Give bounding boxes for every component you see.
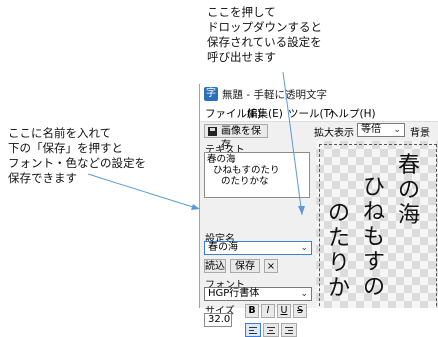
callout-line: 保存されている設定を — [207, 35, 322, 49]
menu-bar: ファイル(F) 編集(E) ツール(T) ヘルプ(H) — [200, 104, 438, 122]
floppy-disk-icon — [208, 127, 217, 136]
preview-canvas: 春の海 ひねもすの のたりか — [316, 141, 438, 308]
text-line: 春の海 — [207, 154, 236, 165]
preview-text-column: 春の海 — [397, 153, 420, 228]
callout-line: フォント・色などの設定を — [8, 156, 146, 170]
save-image-button[interactable]: 画像を保存 — [204, 124, 268, 151]
preview-text-column: ひねもすの — [362, 175, 385, 300]
align-center-icon — [267, 333, 275, 334]
text-input[interactable]: 春の海 ひねもすのたり のたりかな — [204, 152, 310, 198]
align-right-icon — [288, 330, 293, 331]
menu-edit[interactable]: 編集(E) — [247, 106, 283, 121]
save-setting-button[interactable]: 保存 — [230, 259, 260, 273]
align-left-icon — [249, 327, 257, 328]
text-line: ひねもすのたり — [213, 165, 280, 176]
settings-panel: 画像を保存 テキスト 春の海 ひねもすのたり のたりかな 設定名 春の海 ⌄ 読… — [200, 122, 312, 337]
align-left-icon — [249, 333, 257, 334]
align-center-button[interactable] — [263, 323, 279, 337]
title-bar: 字 無題 - 手軽に透明文字 — [200, 84, 438, 104]
callout-line: 呼び出せます — [207, 50, 276, 64]
zoom-value: 等倍 — [361, 124, 381, 135]
app-icon: 字 — [204, 87, 218, 101]
size-input[interactable]: 32.0 — [204, 313, 232, 327]
callout-dropdown-hint: ここを押して ドロップダウンすると 保存されている設定を 呼び出せます — [207, 5, 322, 65]
italic-button[interactable]: I — [261, 304, 275, 318]
menu-help[interactable]: ヘルプ(H) — [328, 106, 376, 121]
align-right-icon — [285, 333, 293, 334]
background-label: 背景 — [410, 128, 430, 139]
align-left-icon — [249, 330, 254, 331]
app-window: 字 無題 - 手軽に透明文字 ファイル(F) 編集(E) ツール(T) ヘルプ(… — [199, 84, 438, 337]
callout-save-hint: ここに名前を入れて 下の「保存」を押すと フォント・色などの設定を 保存できます — [8, 126, 146, 186]
preview-text-column: のたりか — [327, 201, 350, 301]
align-right-icon — [285, 327, 293, 328]
callout-line: ドロップダウンすると — [207, 20, 322, 34]
callout-line: ここを押して — [207, 5, 276, 19]
bold-button[interactable]: B — [245, 304, 259, 318]
chevron-down-icon[interactable]: ⌄ — [300, 242, 308, 254]
setting-name-dropdown[interactable]: 春の海 ⌄ — [204, 241, 312, 255]
underline-button[interactable]: U — [277, 304, 291, 318]
align-right-button[interactable] — [281, 323, 297, 337]
preview-toolbar: 拡大表示 等倍 ⌄ 背景 — [312, 122, 438, 139]
font-value: HGP行書体 — [208, 288, 260, 299]
align-center-icon — [269, 330, 273, 331]
load-button[interactable]: 読込 — [204, 259, 226, 273]
chevron-down-icon[interactable]: ⌄ — [300, 288, 308, 300]
zoom-label: 拡大表示 — [314, 128, 354, 139]
callout-line: ここに名前を入れて — [8, 126, 112, 140]
chevron-down-icon[interactable]: ⌄ — [393, 124, 401, 136]
setting-name-value: 春の海 — [208, 242, 238, 253]
window-title: 無題 - 手軽に透明文字 — [222, 89, 327, 101]
strikethrough-button[interactable]: S — [293, 304, 307, 318]
text-line: のたりかな — [221, 176, 269, 187]
delete-setting-button[interactable]: × — [264, 259, 278, 273]
callout-line: 保存できます — [8, 171, 77, 185]
zoom-dropdown[interactable]: 等倍 ⌄ — [357, 123, 405, 137]
callout-line: 下の「保存」を押すと — [8, 141, 123, 155]
align-left-button[interactable] — [245, 323, 261, 337]
font-dropdown[interactable]: HGP行書体 ⌄ — [204, 287, 312, 301]
align-center-icon — [267, 327, 275, 328]
